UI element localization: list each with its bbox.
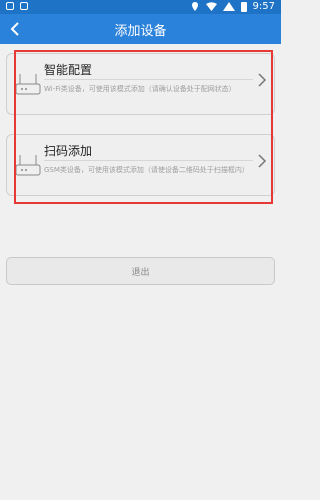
notification-icon [6,2,14,10]
highlight-box [14,50,273,204]
status-bar: 9:57 [0,0,281,14]
signal-icon [222,2,235,11]
title-bar: 添加设备 [0,14,281,44]
battery-icon [240,1,247,12]
clock: 9:57 [252,1,275,12]
page-title: 添加设备 [114,24,167,39]
exit-button[interactable]: 退出 [6,257,275,285]
status-left [6,2,28,10]
status-right: 9:57 [190,1,275,12]
app-notification-icon [20,2,28,10]
location-icon [191,1,198,11]
wifi-icon [205,2,217,11]
